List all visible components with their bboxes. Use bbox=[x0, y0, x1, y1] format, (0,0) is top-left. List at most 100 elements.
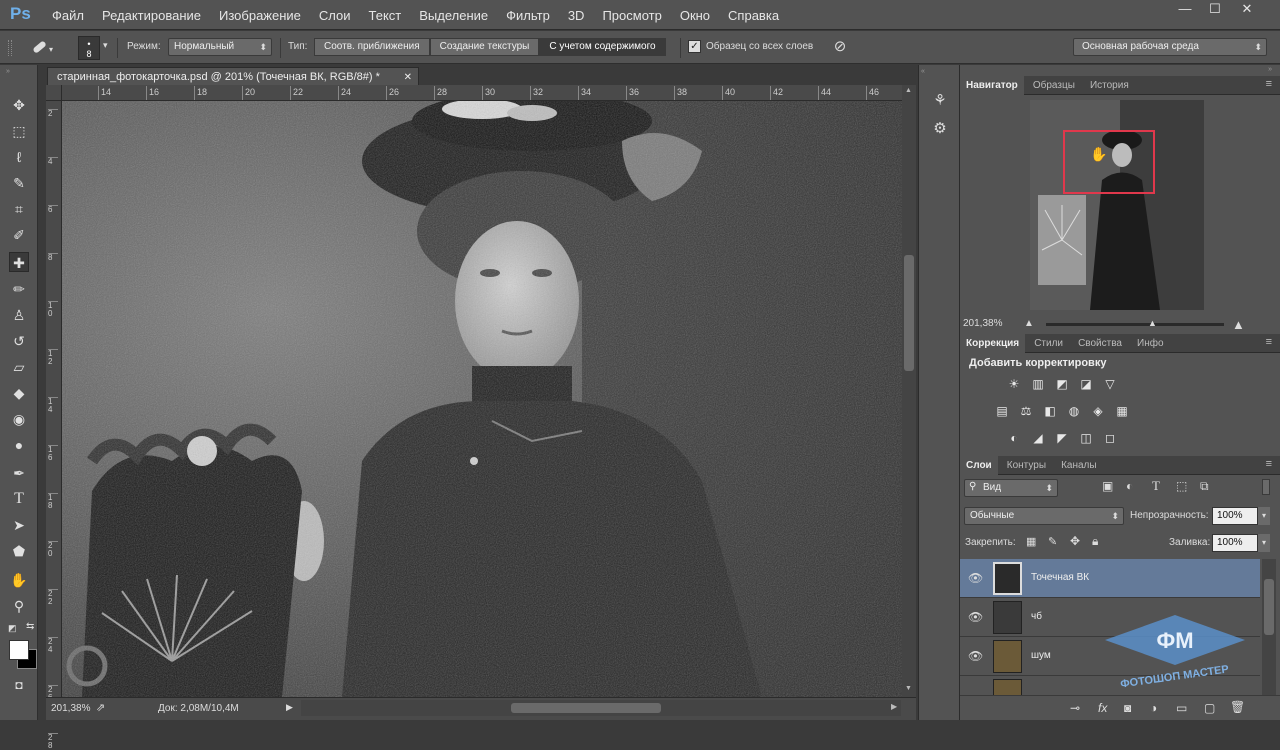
zoom-slider[interactable] bbox=[1046, 323, 1224, 326]
visibility-eye-icon[interactable]: 👁︎ bbox=[968, 610, 983, 624]
tab-info[interactable]: Инфо bbox=[1131, 334, 1170, 353]
document-tab[interactable]: старинная_фотокарточка.psd @ 201% (Точеч… bbox=[47, 67, 419, 86]
scroll-down-arrow-icon[interactable]: ▼ bbox=[905, 685, 912, 692]
menu-type[interactable]: Текст bbox=[369, 8, 402, 23]
tab-channels[interactable]: Каналы bbox=[1055, 456, 1103, 475]
foreground-color-swatch[interactable] bbox=[9, 640, 29, 660]
sample-all-layers-checkbox[interactable]: ✓ bbox=[688, 40, 701, 53]
tab-styles[interactable]: Стили bbox=[1028, 334, 1069, 353]
swap-colors-icon[interactable]: ⇆ bbox=[26, 621, 34, 632]
canvas-horizontal-scrollbar[interactable]: ▶ bbox=[301, 700, 901, 716]
path-selection-tool-icon[interactable]: ➤ bbox=[9, 515, 29, 535]
new-group-icon[interactable]: ▭ bbox=[1176, 701, 1187, 715]
history-brush-tool-icon[interactable]: ↺ bbox=[9, 331, 29, 351]
scroll-thumb[interactable] bbox=[1264, 579, 1274, 635]
marquee-tool-icon[interactable]: ⬚ bbox=[9, 121, 29, 141]
lasso-tool-icon[interactable]: ℓ bbox=[9, 147, 29, 167]
posterize-icon[interactable]: ◢ bbox=[1030, 431, 1046, 445]
quick-selection-tool-icon[interactable]: ✎ bbox=[9, 173, 29, 193]
panels-collapse-icon[interactable]: » bbox=[1268, 66, 1272, 73]
scroll-right-arrow-icon[interactable]: ▶ bbox=[891, 702, 897, 711]
pen-tool-icon[interactable]: ✒ bbox=[9, 463, 29, 483]
export-icon[interactable]: ⇗ bbox=[96, 701, 105, 714]
layer-name[interactable]: Точечная ВК bbox=[1031, 572, 1089, 583]
quick-mask-icon[interactable]: ◘ bbox=[9, 675, 29, 695]
tool-presets-icon[interactable]: ⚙ bbox=[929, 118, 951, 140]
workspace-select[interactable]: Основная рабочая среда bbox=[1073, 38, 1267, 56]
filter-smart-object-icon[interactable]: ⧉ bbox=[1200, 479, 1209, 494]
menu-select[interactable]: Выделение bbox=[419, 8, 488, 23]
layer-row[interactable]: 👁︎ Точечная ВК bbox=[960, 559, 1260, 598]
link-layers-icon[interactable]: ⊸ bbox=[1070, 701, 1080, 715]
navigator-zoom-value[interactable]: 201,38% bbox=[963, 318, 1002, 329]
navigator-view-box[interactable] bbox=[1063, 130, 1155, 194]
type-proximity-match-button[interactable]: Соотв. приближения bbox=[314, 38, 430, 56]
eyedropper-tool-icon[interactable]: ✐ bbox=[9, 225, 29, 245]
blend-mode-select[interactable]: Обычные bbox=[964, 507, 1124, 525]
dock-collapse-icon[interactable]: « bbox=[921, 68, 925, 75]
tab-navigator[interactable]: Навигатор bbox=[960, 76, 1024, 95]
layers-scrollbar[interactable] bbox=[1262, 559, 1276, 695]
brush-dropdown-arrow-icon[interactable]: ▾ bbox=[103, 40, 108, 51]
default-colors-icon[interactable]: ◩ bbox=[8, 623, 17, 634]
zoom-readout[interactable]: 201,38% bbox=[51, 703, 90, 714]
lock-transparent-icon[interactable]: ▦ bbox=[1026, 535, 1036, 548]
zoom-slider-thumb[interactable]: ▲ bbox=[1148, 318, 1157, 328]
status-menu-arrow-icon[interactable]: ▶ bbox=[286, 702, 293, 713]
spot-healing-tool-preset-icon[interactable]: ▾ bbox=[24, 37, 60, 59]
clone-stamp-tool-icon[interactable]: ♙ bbox=[9, 305, 29, 325]
document-canvas[interactable] bbox=[62, 101, 902, 697]
exposure-icon[interactable]: ◪ bbox=[1078, 377, 1094, 391]
visibility-eye-icon[interactable]: 👁︎ bbox=[968, 649, 983, 663]
layer-filter-select[interactable]: Вид bbox=[964, 479, 1058, 497]
black-white-icon[interactable]: ◧ bbox=[1042, 404, 1058, 418]
type-content-aware-button[interactable]: С учетом содержимого bbox=[539, 38, 666, 56]
scroll-up-arrow-icon[interactable]: ▲ bbox=[905, 87, 912, 94]
menu-file[interactable]: Файл bbox=[52, 8, 84, 23]
selective-color-icon[interactable]: ◫ bbox=[1078, 431, 1094, 445]
type-tool-icon[interactable]: T bbox=[9, 489, 29, 509]
filter-type-icon[interactable]: T bbox=[1152, 478, 1160, 494]
delete-layer-icon[interactable]: 🗑 bbox=[1230, 700, 1245, 714]
vibrance-icon[interactable]: ▽ bbox=[1102, 377, 1118, 391]
scroll-thumb[interactable] bbox=[511, 703, 661, 713]
filter-shape-icon[interactable]: ⬚ bbox=[1176, 479, 1187, 493]
shape-tool-icon[interactable]: ⬟ bbox=[9, 541, 29, 561]
mode-select[interactable]: Нормальный bbox=[168, 38, 272, 56]
dodge-tool-icon[interactable]: ● bbox=[9, 435, 29, 455]
visibility-eye-icon[interactable]: 👁︎ bbox=[968, 571, 983, 585]
opacity-dropdown-arrow-icon[interactable]: ▾ bbox=[1258, 507, 1270, 525]
move-tool-icon[interactable]: ✥ bbox=[9, 95, 29, 115]
menu-edit[interactable]: Редактирование bbox=[102, 8, 201, 23]
scroll-thumb[interactable] bbox=[904, 255, 914, 371]
add-mask-icon[interactable]: ◙ bbox=[1124, 701, 1131, 715]
hue-saturation-icon[interactable]: ▤ bbox=[994, 404, 1010, 418]
pressure-size-icon[interactable]: ⊘ bbox=[830, 37, 850, 57]
tab-swatches[interactable]: Образцы bbox=[1027, 76, 1081, 95]
blur-tool-icon[interactable]: ◉ bbox=[9, 409, 29, 429]
photo-filter-icon[interactable]: ◍ bbox=[1066, 404, 1082, 418]
eraser-tool-icon[interactable]: ▱ bbox=[9, 357, 29, 377]
fill-dropdown-arrow-icon[interactable]: ▾ bbox=[1258, 534, 1270, 552]
lock-image-icon[interactable]: ✎ bbox=[1048, 535, 1057, 548]
gradient-map-icon[interactable]: ◻ bbox=[1102, 431, 1118, 445]
menu-window[interactable]: Окно bbox=[680, 8, 710, 23]
brush-presets-icon[interactable]: ⚘ bbox=[929, 90, 951, 112]
spot-healing-tool-icon[interactable]: ✚ bbox=[9, 252, 29, 272]
threshold-icon[interactable]: ◤ bbox=[1054, 431, 1070, 445]
lock-all-icon[interactable]: 🔒︎ bbox=[1092, 534, 1098, 549]
brightness-contrast-icon[interactable]: ☀ bbox=[1006, 377, 1022, 391]
navigator-thumbnail[interactable]: ✋ bbox=[1030, 100, 1204, 310]
menu-layers[interactable]: Слои bbox=[319, 8, 351, 23]
channel-mixer-icon[interactable]: ◈ bbox=[1090, 404, 1106, 418]
zoom-out-icon[interactable]: ▲ bbox=[1024, 318, 1034, 329]
brush-size-picker[interactable]: • 8 bbox=[78, 36, 100, 60]
canvas-vertical-scrollbar[interactable]: ▲ ▼ bbox=[902, 85, 916, 697]
brush-tool-icon[interactable]: ✏ bbox=[9, 279, 29, 299]
panel-menu-icon[interactable]: ≡ bbox=[1266, 78, 1272, 90]
close-button[interactable]: ✕ bbox=[1232, 0, 1262, 18]
menu-view[interactable]: Просмотр bbox=[602, 8, 661, 23]
type-create-texture-button[interactable]: Создание текстуры bbox=[429, 38, 540, 56]
ruler-origin[interactable] bbox=[46, 85, 62, 101]
lock-position-icon[interactable]: ✥ bbox=[1070, 534, 1080, 548]
